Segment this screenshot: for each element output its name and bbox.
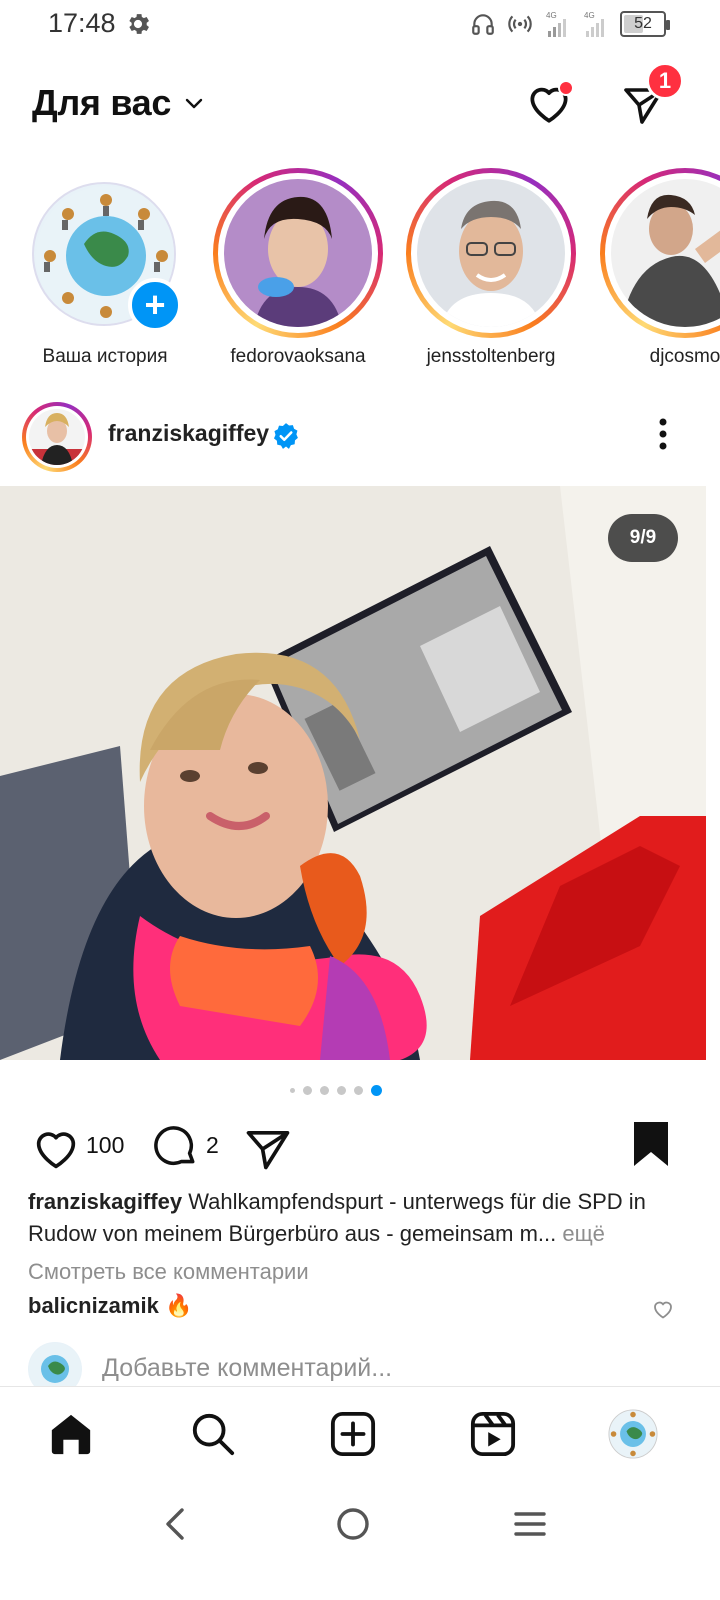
svg-text:4G: 4G [584, 11, 595, 20]
carousel-dot [337, 1085, 346, 1095]
comment-username[interactable]: balicnizamik [28, 1293, 159, 1318]
hotspot-icon [508, 15, 532, 33]
home-circle-icon[interactable] [331, 1502, 375, 1546]
carousel-dot [320, 1085, 329, 1095]
signal-icon: 4G [584, 11, 604, 37]
comment-preview: balicnizamik 🔥 [28, 1293, 688, 1325]
battery-indicator: 52 [620, 11, 670, 37]
share-send-icon[interactable] [242, 1122, 294, 1174]
headphones-icon [472, 14, 494, 35]
story-label: fedorovaoksana [230, 346, 366, 367]
post-actions: 100 2 [0, 1118, 720, 1178]
story-item[interactable]: fedorovaoksana [203, 168, 383, 378]
view-all-comments-link[interactable]: Смотреть все комментарии [28, 1259, 309, 1285]
system-navigation [0, 1482, 720, 1600]
post-header: franziskagiffey [0, 398, 720, 478]
create-plus-icon [330, 1411, 376, 1457]
caption-username[interactable]: franziskagiffey [28, 1189, 182, 1214]
post-author-username[interactable]: franziskagiffey [108, 420, 269, 447]
bookmark-icon[interactable] [630, 1120, 672, 1168]
nav-reels-button[interactable] [468, 1409, 518, 1459]
comment-icon[interactable] [150, 1122, 200, 1172]
messages-badge: 1 [646, 62, 684, 100]
carousel-dot [354, 1085, 363, 1095]
gear-icon [129, 14, 149, 34]
nav-profile-button[interactable] [608, 1409, 658, 1459]
story-ring [213, 168, 383, 338]
comment-text: 🔥 [158, 1293, 193, 1318]
svg-text:4G: 4G [546, 11, 557, 20]
story-ring [600, 168, 720, 338]
story-label: djcosmo [649, 346, 720, 367]
add-comment-row[interactable]: Добавьте комментарий... [0, 1340, 720, 1386]
story-label: Ваша история [42, 346, 168, 367]
stories-tray: + Ваша история fedorovaoksana jensstolte… [0, 168, 720, 378]
nav-create-button[interactable] [328, 1409, 378, 1459]
own-mini-avatar [28, 1342, 82, 1386]
feed-header: Для вас 1 [0, 62, 720, 134]
carousel-dots [290, 1082, 430, 1098]
nav-search-button[interactable] [188, 1409, 238, 1459]
status-bar: 17:48 4G 4G 52 [0, 0, 720, 50]
story-own[interactable]: + Ваша история [0, 168, 182, 378]
recents-menu-icon[interactable] [508, 1502, 552, 1546]
search-icon [192, 1413, 235, 1456]
carousel-dot [303, 1085, 312, 1095]
story-item[interactable]: djcosmo [590, 168, 720, 378]
status-icons: 4G 4G 52 [470, 8, 670, 40]
home-icon [51, 1414, 91, 1455]
back-icon[interactable] [154, 1502, 198, 1546]
more-options-icon[interactable] [648, 414, 678, 454]
post-media-carousel[interactable]: 9/9 [0, 486, 706, 1060]
carousel-dot-active [371, 1084, 382, 1096]
post-author-avatar[interactable] [22, 402, 92, 472]
story-avatar [417, 179, 565, 327]
notification-dot [558, 80, 574, 96]
signal-icon: 4G [546, 11, 566, 37]
status-time: 17:48 [48, 8, 116, 38]
feed-selector-title[interactable]: Для вас [32, 82, 171, 124]
carousel-dot [290, 1087, 295, 1093]
verified-badge-icon [273, 423, 298, 449]
carousel-counter: 9/9 [608, 514, 678, 562]
bottom-navigation [0, 1386, 720, 1482]
add-story-button[interactable]: + [128, 278, 182, 332]
add-comment-input[interactable]: Добавьте комментарий... [102, 1354, 392, 1383]
comment-count[interactable]: 2 [206, 1132, 219, 1159]
post-caption[interactable]: franziskagiffey Wahlkampfendspurt - unte… [28, 1186, 688, 1250]
nav-home-button[interactable] [46, 1409, 96, 1459]
story-item[interactable]: jensstoltenberg [396, 168, 576, 378]
like-heart-icon[interactable] [30, 1122, 82, 1174]
like-count[interactable]: 100 [86, 1132, 124, 1159]
story-ring [406, 168, 576, 338]
story-avatar [224, 179, 372, 327]
chevron-down-icon[interactable] [180, 92, 208, 116]
profile-avatar-icon [608, 1409, 658, 1459]
story-label: jensstoltenberg [426, 346, 556, 367]
post-photo [0, 486, 706, 1060]
caption-more-link[interactable]: ещё [556, 1221, 605, 1246]
reels-icon [470, 1411, 516, 1457]
comment-like-icon[interactable] [650, 1297, 676, 1321]
